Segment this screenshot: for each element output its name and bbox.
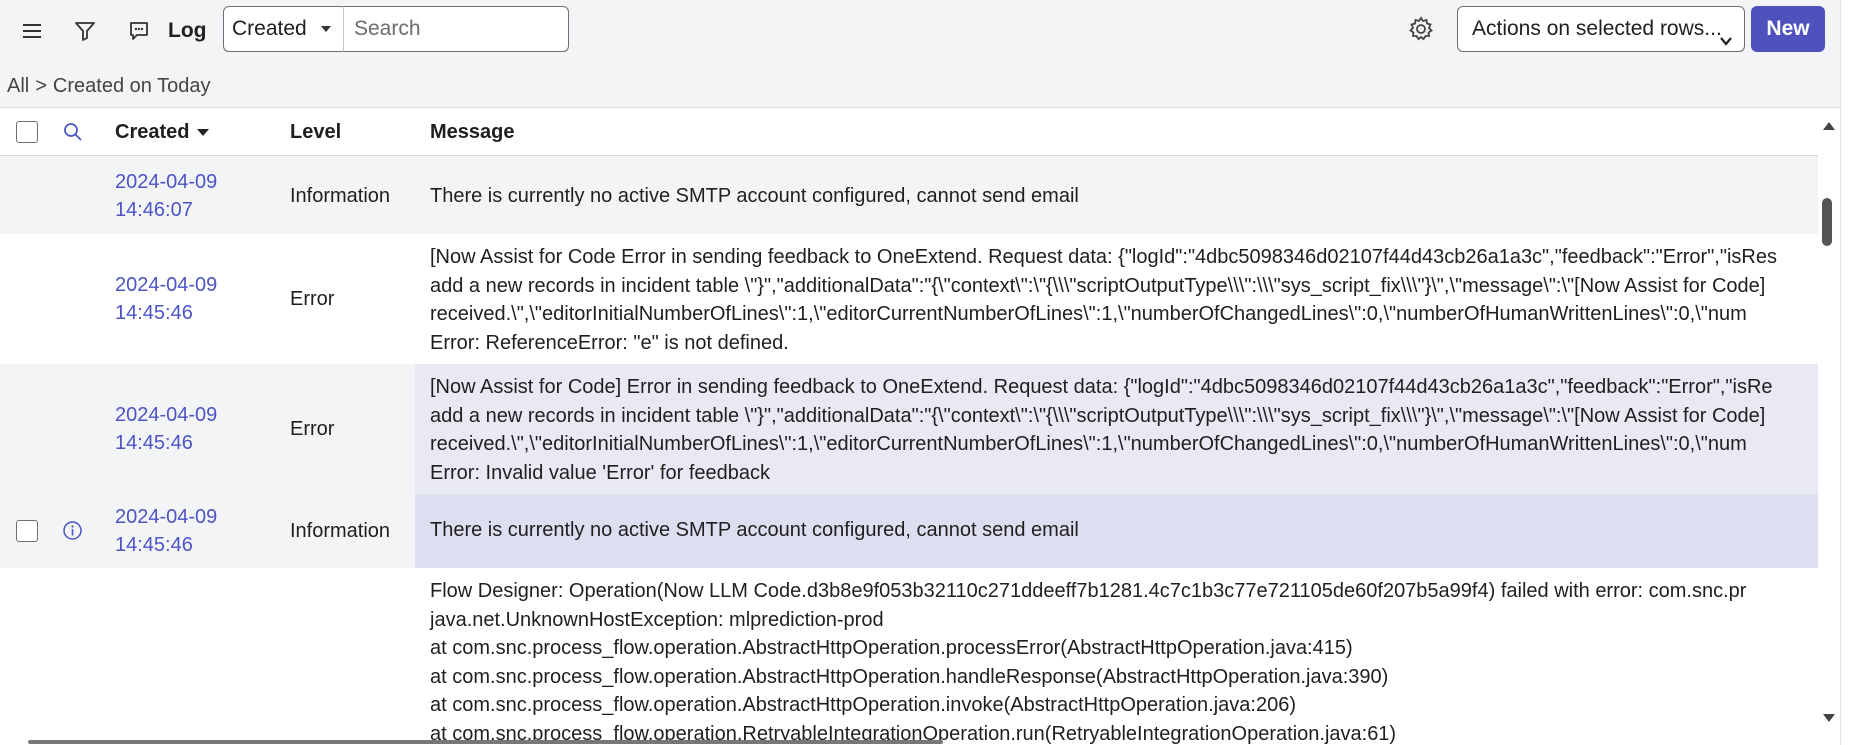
message-cell: There is currently no active SMTP accoun…	[415, 494, 1818, 568]
level-cell: Error	[290, 418, 335, 440]
hamburger-menu-icon[interactable]	[18, 17, 46, 45]
table-row[interactable]: 2024-04-09 14:46:07 Information There is…	[0, 156, 1818, 234]
column-header-created[interactable]: Created	[115, 108, 210, 156]
created-time: 14:45:46	[115, 302, 193, 324]
created-cell[interactable]: 2024-04-09 14:45:46	[115, 503, 217, 559]
row-checkbox[interactable]	[16, 520, 38, 542]
column-header-created-label: Created	[115, 121, 190, 143]
table-row[interactable]: 2024-04-09 14:45:46 Error [Now Assist fo…	[0, 364, 1818, 494]
search-column-select[interactable]: Created	[223, 6, 344, 52]
column-header-message[interactable]: Message	[430, 108, 515, 156]
created-date: 2024-04-09	[115, 404, 218, 426]
scroll-down-icon[interactable]	[1823, 714, 1835, 722]
level-cell: Information	[290, 520, 391, 542]
breadcrumb-all[interactable]: All	[7, 75, 29, 97]
info-icon[interactable]	[62, 520, 83, 547]
search-input[interactable]	[343, 6, 569, 52]
breadcrumb-separator: >	[35, 75, 47, 97]
message-cell: Flow Designer: Operation(Now LLM Code.d3…	[430, 580, 1747, 745]
search-column-value: Created	[232, 17, 307, 40]
breadcrumb-filter[interactable]: Created on Today	[53, 75, 211, 97]
table-row[interactable]: Flow Designer: Operation(Now LLM Code.d3…	[0, 568, 1818, 745]
message-cell: There is currently no active SMTP accoun…	[430, 185, 1079, 207]
vertical-scroll-thumb[interactable]	[1822, 198, 1832, 246]
vertical-scrollbar[interactable]	[1818, 108, 1840, 745]
created-cell[interactable]: 2024-04-09 14:46:07	[115, 168, 217, 224]
caret-down-icon	[321, 26, 331, 32]
created-cell[interactable]: 2024-04-09 14:45:46	[115, 271, 217, 327]
search-icon[interactable]	[63, 122, 83, 148]
breadcrumb: All > Created on Today	[0, 62, 1840, 108]
table-header: Created Level Message	[0, 108, 1818, 156]
created-date: 2024-04-09	[115, 171, 218, 193]
created-date: 2024-04-09	[115, 274, 218, 296]
created-time: 14:46:07	[115, 199, 193, 221]
sort-descending-icon[interactable]	[197, 129, 210, 137]
comment-icon[interactable]	[125, 17, 153, 45]
created-cell[interactable]: 2024-04-09 14:45:46	[115, 401, 217, 457]
chevron-down-icon	[1718, 21, 1734, 65]
horizontal-scrollbar[interactable]	[0, 738, 1818, 745]
created-date: 2024-04-09	[115, 506, 218, 528]
scroll-up-icon[interactable]	[1823, 122, 1835, 130]
actions-select-value: Actions on selected rows...	[1472, 17, 1722, 40]
list-title: Log	[168, 19, 207, 42]
table-body: 2024-04-09 14:46:07 Information There is…	[0, 156, 1818, 745]
level-cell: Error	[290, 288, 335, 310]
column-header-level[interactable]: Level	[290, 108, 341, 156]
select-all-checkbox[interactable]	[16, 121, 38, 143]
created-time: 14:45:46	[115, 534, 193, 556]
message-cell: [Now Assist for Code Error in sending fe…	[430, 246, 1777, 354]
side-panel-edge	[1840, 0, 1867, 745]
message-cell: [Now Assist for Code] Error in sending f…	[415, 364, 1818, 494]
created-time: 14:45:46	[115, 432, 193, 454]
gear-icon[interactable]	[1407, 15, 1435, 48]
list-toolbar: Log Created Actions on selected rows... …	[0, 0, 1840, 63]
horizontal-scroll-thumb[interactable]	[28, 740, 943, 744]
filter-icon[interactable]	[71, 17, 99, 45]
table-row[interactable]: 2024-04-09 14:45:46 Error [Now Assist fo…	[0, 234, 1818, 364]
level-cell: Information	[290, 185, 391, 207]
actions-select[interactable]: Actions on selected rows...	[1457, 6, 1745, 52]
new-button[interactable]: New	[1751, 6, 1825, 52]
table-row[interactable]: 2024-04-09 14:45:46 Information There is…	[0, 494, 1818, 568]
